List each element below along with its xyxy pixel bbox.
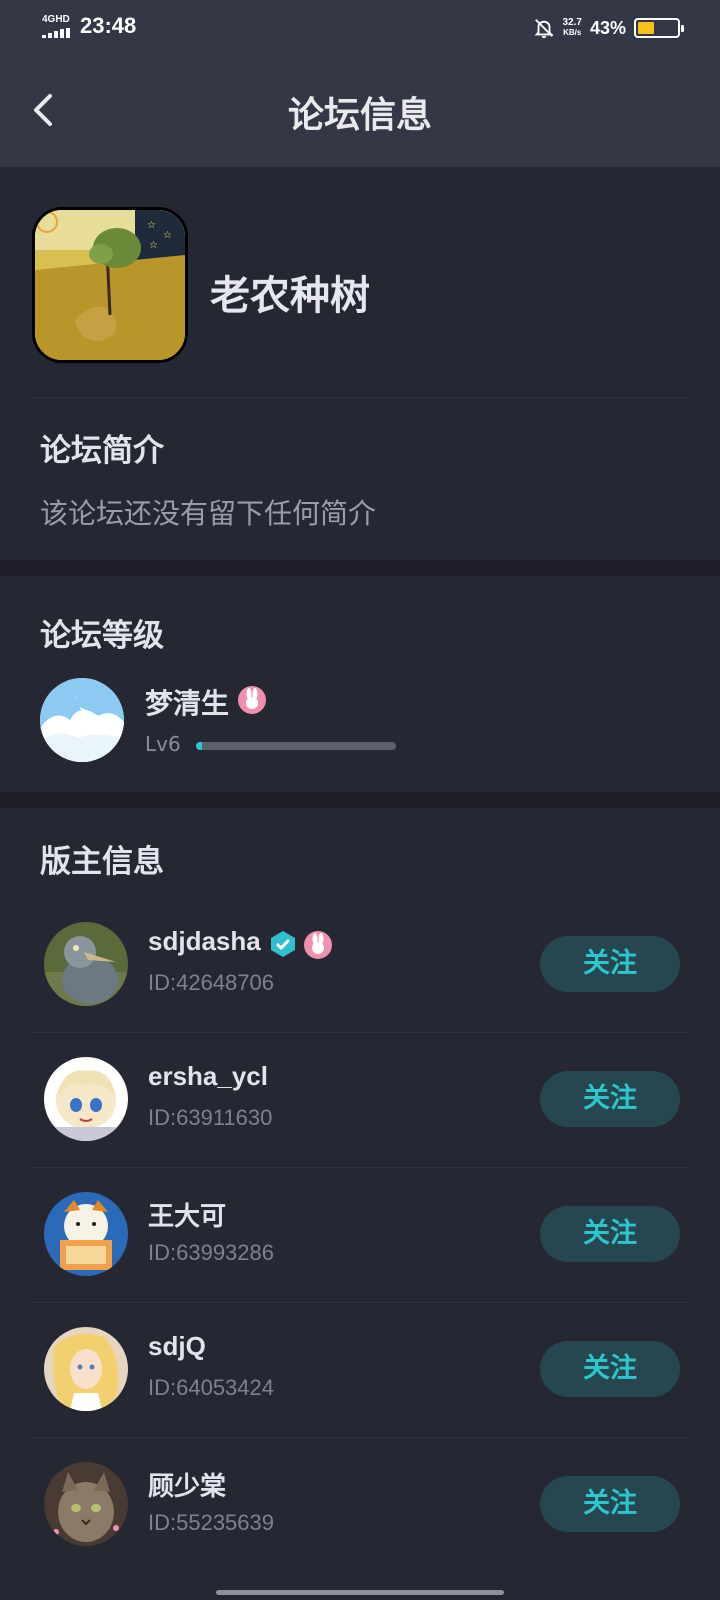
moderator-id: ID:42648706 [148,970,274,995]
follow-button[interactable]: 关注 [540,1071,680,1127]
moderators-section: 版主信息 sdjdasha ID:42648706 关注 ersha_ycl I… [0,808,720,1600]
battery-icon [634,18,684,38]
svg-text:☆: ☆ [163,230,172,241]
forum-name: 老农种树 [210,273,370,319]
verified-icon [271,931,295,957]
rabbit-badge-icon [304,931,332,959]
level-title: 论坛等级 [40,618,164,654]
moderators-title: 版主信息 [40,844,164,880]
list-item[interactable]: 王大可 ID:63993286 关注 [0,1168,720,1303]
avatar[interactable] [44,1327,128,1411]
follow-button[interactable]: 关注 [540,1206,680,1262]
avatar[interactable]: ·· [40,678,124,762]
section-gap [0,560,720,576]
mute-bell-icon [533,19,554,39]
list-item[interactable]: sdjdasha ID:42648706 关注 [0,898,720,1033]
network-speed: 32.7 KB/s [563,18,582,38]
moderator-id: ID:63911630 [148,1105,273,1130]
level-card: 论坛等级 ·· 梦清生 Lv6 [0,576,720,792]
list-item[interactable]: 顾少棠 ID:55235639 关注 [0,1438,720,1573]
battery-percent: 43% [589,17,626,38]
moderator-name: ersha_ycl [148,1061,268,1091]
svg-text:··: ·· [74,695,78,702]
speed-unit: KB/s [563,28,582,37]
signal-icon: 4GHD [42,14,74,40]
list-item[interactable]: ersha_ycl ID:63911630 关注 [0,1033,720,1168]
moderator-name: sdjdasha [148,926,261,956]
intro-title: 论坛简介 [40,433,164,469]
avatar[interactable] [44,922,128,1006]
svg-text:☆: ☆ [147,220,156,231]
status-bar: 4GHD 23:48 32.7 KB/s 43% [0,0,720,56]
list-item[interactable]: sdjQ ID:64053424 关注 [0,1303,720,1438]
avatar[interactable] [44,1192,128,1276]
section-gap [0,792,720,808]
moderator-id: ID:55235639 [148,1510,274,1535]
forum-card: ☆ ☆ ☆ 老农种树 论坛简介 该论坛还没有留下任何简介 [0,167,720,560]
avatar[interactable] [44,1057,128,1141]
follow-button[interactable]: 关注 [540,1341,680,1397]
speed-value: 32.7 [562,17,582,28]
network-type: 4GHD [42,14,70,25]
moderator-id: ID:64053424 [148,1375,274,1400]
page-title: 论坛信息 [287,95,432,136]
level-progress-bar [196,742,396,750]
follow-button[interactable]: 关注 [540,1476,680,1532]
level-label: Lv6 [145,732,181,756]
divider [30,397,690,398]
forum-avatar: ☆ ☆ ☆ [32,207,188,363]
battery-fill [638,22,654,34]
avatar[interactable] [44,1462,128,1546]
badge-group [269,930,333,960]
moderator-name: 王大可 [148,1201,227,1231]
intro-text: 该论坛还没有留下任何简介 [40,497,377,530]
status-right: 32.7 KB/s 43% [533,14,684,42]
svg-text:☆: ☆ [149,240,158,251]
follow-button[interactable]: 关注 [540,936,680,992]
moderator-name: 顾少棠 [148,1471,227,1501]
level-user-name: 梦清生 [145,687,230,720]
moderator-name: sdjQ [148,1331,206,1361]
home-indicator[interactable] [216,1590,504,1595]
top-bar: 4GHD 23:48 32.7 KB/s 43% 论坛信息 [0,0,720,167]
clock: 23:48 [80,13,137,38]
rabbit-badge-icon [238,686,266,714]
level-progress-fill [196,742,202,750]
moderator-id: ID:63993286 [148,1240,274,1265]
